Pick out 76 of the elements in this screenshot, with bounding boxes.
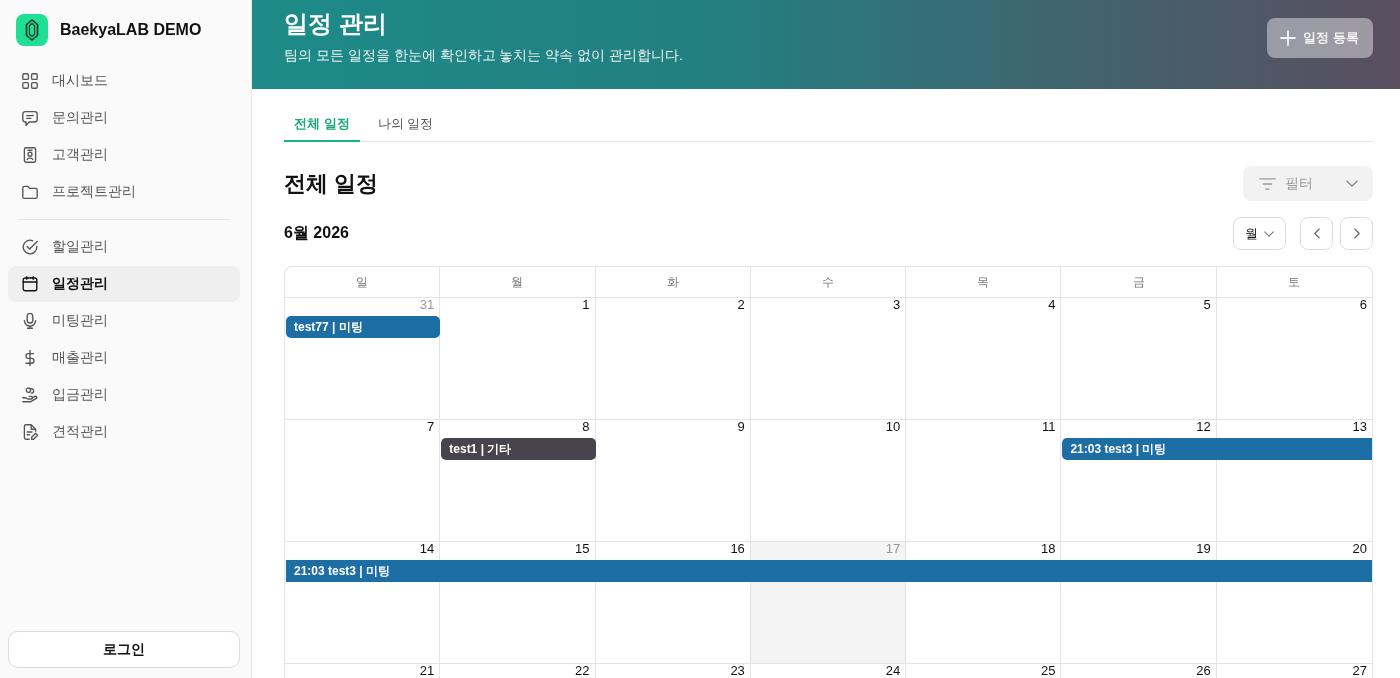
date-number: 11 <box>1041 420 1056 433</box>
date-number: 19 <box>1196 542 1211 555</box>
plus-icon <box>1280 30 1297 46</box>
date-number: 26 <box>1196 664 1211 677</box>
date-number: 7 <box>427 420 435 433</box>
date-number: 4 <box>1048 298 1056 311</box>
date-number: 22 <box>575 664 590 677</box>
microphone-icon <box>22 313 38 329</box>
chevron-down-icon <box>1264 230 1274 237</box>
tab[interactable]: 나의 일정 <box>367 106 444 142</box>
nav-item[interactable]: 견적관리 <box>8 414 240 450</box>
weekday-header: 금 <box>1061 267 1217 297</box>
date-number: 12 <box>1196 420 1211 433</box>
section-title: 전체 일정 <box>284 169 379 198</box>
date-number: 3 <box>892 298 901 311</box>
weekday-header: 목 <box>906 267 1062 297</box>
dollar-icon <box>22 350 38 366</box>
chevron-right-icon <box>1353 228 1360 239</box>
date-number: 14 <box>419 542 435 555</box>
date-number: 18 <box>1040 542 1056 555</box>
check-circle-icon <box>22 239 38 255</box>
nav-item[interactable]: 고객관리 <box>8 137 240 173</box>
chevron-left-icon <box>1313 228 1320 239</box>
grid-icon <box>22 73 38 89</box>
date-number: 2 <box>737 298 745 311</box>
date-number: 17 <box>885 542 901 555</box>
date-number: 8 <box>582 420 590 433</box>
person-badge-icon <box>22 147 38 163</box>
weekday-header: 수 <box>750 267 907 297</box>
event-bar[interactable]: test77 | 미팅 <box>286 316 441 338</box>
event-bar[interactable]: test1 | 기타 <box>441 438 596 460</box>
login-button[interactable]: 로그인 <box>8 631 240 668</box>
page-subtitle: 팀의 모든 일정을 한눈에 확인하고 놓치는 약속 없이 관리합니다. <box>284 46 683 65</box>
nav-item[interactable]: 대시보드 <box>8 63 240 99</box>
next-month-button[interactable] <box>1340 217 1373 250</box>
date-number: 1 <box>582 298 590 311</box>
nav-item[interactable]: 미팅관리 <box>8 303 240 339</box>
page-title: 일정 관리 <box>284 9 388 39</box>
weekday-header: 월 <box>440 267 596 297</box>
date-number: 23 <box>730 664 745 677</box>
event-bar[interactable]: 21:03 test3 | 미팅 <box>286 560 1372 582</box>
date-number: 6 <box>1359 298 1367 311</box>
nav-item[interactable]: 할일관리 <box>8 229 240 265</box>
folder-icon <box>22 184 38 200</box>
view-select[interactable]: 월 <box>1233 217 1286 250</box>
date-number: 9 <box>737 420 745 433</box>
date-number: 13 <box>1352 420 1367 433</box>
date-number: 27 <box>1352 664 1367 677</box>
document-pencil-icon <box>22 424 38 440</box>
chat-bubble-icon <box>22 110 38 126</box>
nav-item[interactable]: 입금관리 <box>8 377 240 413</box>
previous-month-button[interactable] <box>1300 217 1333 250</box>
date-number: 21 <box>419 664 435 677</box>
weekday-header: 일 <box>285 267 441 297</box>
month-label: 6월 2026 <box>284 223 349 243</box>
date-number: 25 <box>1040 664 1056 677</box>
date-number: 20 <box>1352 542 1367 555</box>
date-number: 5 <box>1203 298 1211 311</box>
brand-name: BaekyaLAB DEMO <box>60 21 202 39</box>
nav-item[interactable]: 문의관리 <box>8 100 240 136</box>
date-number: 16 <box>730 542 745 555</box>
weekday-header: 토 <box>1287 274 1302 291</box>
date-number: 24 <box>885 664 901 677</box>
gem-logo-icon <box>16 14 48 46</box>
chevron-down-icon <box>1346 180 1358 187</box>
date-number: 31 <box>419 298 435 311</box>
hand-coins-icon <box>22 387 38 403</box>
nav-item[interactable]: 일정관리 <box>8 266 240 302</box>
calendar-icon <box>22 276 38 292</box>
nav-item[interactable]: 매출관리 <box>8 340 240 376</box>
weekday-header: 화 <box>595 267 751 297</box>
filter-icon <box>1259 177 1276 190</box>
event-bar[interactable]: 21:03 test3 | 미팅 <box>1062 438 1372 460</box>
nav-item[interactable]: 프로젝트관리 <box>8 174 240 210</box>
date-number: 15 <box>575 542 590 555</box>
date-number: 10 <box>885 420 901 433</box>
